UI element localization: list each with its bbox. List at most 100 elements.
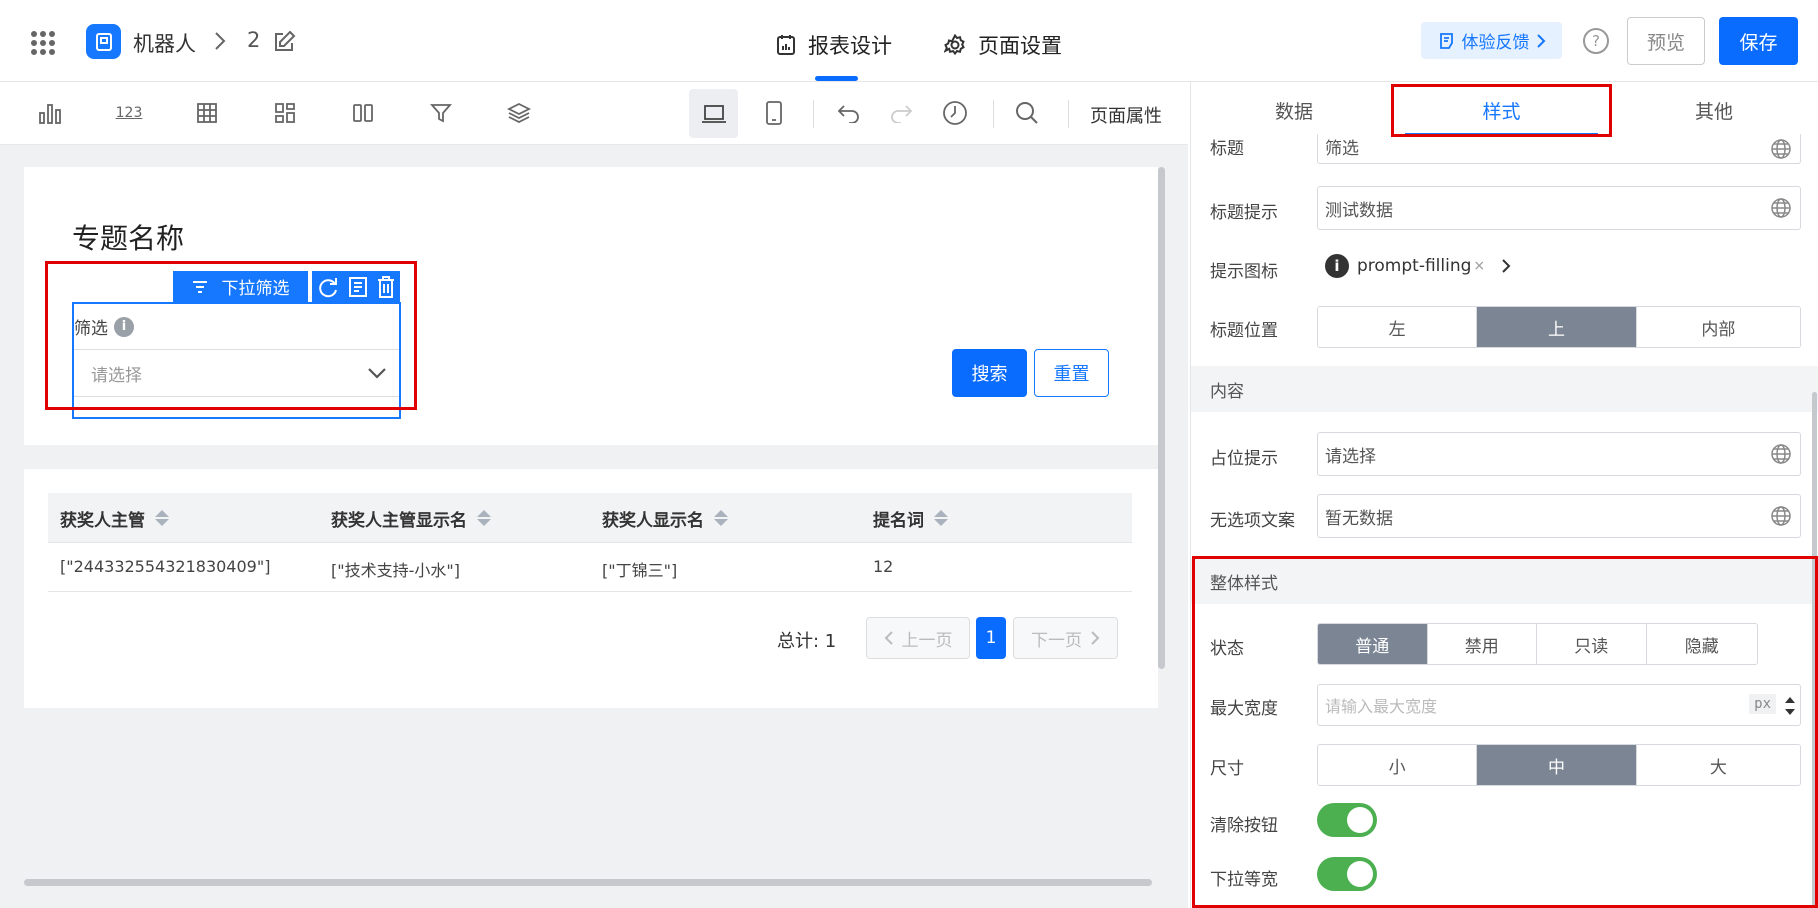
undo-icon[interactable] — [836, 100, 862, 126]
hint-icon-value: prompt-filling — [1357, 256, 1472, 276]
placeholder-value: 请选择 — [1325, 446, 1376, 467]
chevron-right-icon — [1091, 631, 1100, 645]
column-header[interactable]: 获奖人显示名 — [602, 493, 728, 543]
no-option-label: 无选项文案 — [1210, 511, 1295, 531]
no-option-value: 暂无数据 — [1325, 508, 1393, 529]
edit-icon[interactable] — [272, 30, 296, 58]
number-icon[interactable]: 123 — [116, 100, 143, 126]
design-canvas: 专题名称 筛选 i 请选择 下拉筛选 搜索 重置 获奖人主管 获奖人主管显示名 … — [0, 145, 1188, 908]
clear-icon[interactable]: × — [1473, 258, 1485, 274]
tab-active-indicator — [815, 76, 858, 81]
page-properties-button[interactable]: 页面属性 — [1090, 102, 1162, 128]
globe-icon[interactable] — [1770, 138, 1792, 160]
table-header: 获奖人主管 获奖人主管显示名 获奖人显示名 提名词 — [48, 493, 1132, 543]
tab-page-settings[interactable]: 页面设置 — [944, 30, 1062, 60]
title-position-top[interactable]: 上 — [1477, 307, 1637, 347]
highlight-box — [1391, 84, 1612, 137]
grid-icon[interactable] — [272, 100, 298, 126]
top-bar: 机器人 2 报表设计 页面设置 体验反馈 ? 预览 保存 — [0, 0, 1818, 82]
no-option-input[interactable]: 暂无数据 — [1317, 494, 1801, 538]
search-button[interactable]: 搜索 — [952, 349, 1027, 397]
table-cell: ["丁锦三"] — [602, 561, 678, 580]
filter-icon[interactable] — [428, 100, 454, 126]
column-header[interactable]: 提名词 — [873, 493, 948, 543]
history-icon[interactable] — [942, 100, 968, 126]
table-icon[interactable] — [194, 100, 220, 126]
chevron-right-icon — [213, 30, 227, 56]
apps-grid-icon[interactable] — [30, 30, 56, 56]
table-row: ["244332554321830409"] ["技术支持-小水"] ["丁锦三… — [48, 543, 1132, 592]
help-icon[interactable]: ? — [1583, 28, 1609, 54]
globe-icon[interactable] — [1770, 443, 1792, 465]
title-position-label: 标题位置 — [1210, 321, 1278, 341]
next-page-label: 下一页 — [1031, 630, 1082, 651]
hint-icon-picker[interactable]: i prompt-filling × — [1325, 254, 1511, 278]
page-1-button[interactable]: 1 — [976, 617, 1006, 659]
title-hint-value: 测试数据 — [1325, 200, 1393, 221]
horizontal-scrollbar[interactable] — [24, 879, 1152, 886]
table-cell: ["技术支持-小水"] — [331, 561, 460, 580]
desktop-view-button[interactable] — [689, 89, 738, 138]
save-button[interactable]: 保存 — [1719, 17, 1798, 65]
placeholder-input[interactable]: 请选择 — [1317, 432, 1801, 476]
tab-page-settings-label: 页面设置 — [978, 34, 1062, 58]
feedback-icon — [1439, 32, 1453, 49]
title-value: 筛选 — [1325, 139, 1359, 159]
report-card: 专题名称 筛选 i 请选择 下拉筛选 搜索 重置 获奖人主管 获奖人主管显示名 … — [24, 167, 1158, 708]
gear-icon — [944, 34, 965, 56]
sort-icon[interactable] — [155, 509, 169, 527]
column-header[interactable]: 获奖人主管 — [60, 493, 169, 543]
next-page-button[interactable]: 下一页 — [1013, 617, 1118, 659]
page-number: 2 — [247, 28, 261, 52]
section-divider — [24, 445, 1158, 469]
preview-button[interactable]: 预览 — [1627, 17, 1705, 65]
title-position-left[interactable]: 左 — [1318, 307, 1478, 347]
columns-icon[interactable] — [350, 100, 376, 126]
desktop-icon — [701, 104, 726, 123]
properties-panel: 数据 样式 其他 标题 筛选 标题提示 测试数据 提示图标 i prompt-f… — [1190, 82, 1818, 908]
column-header-label: 获奖人显示名 — [602, 510, 704, 531]
page-title: 专题名称 — [72, 222, 185, 255]
sort-icon[interactable] — [477, 509, 491, 527]
tab-other[interactable]: 其他 — [1609, 82, 1818, 138]
column-header-label: 获奖人主管 — [60, 510, 145, 531]
vertical-scrollbar[interactable] — [1158, 167, 1165, 669]
feedback-button[interactable]: 体验反馈 — [1421, 22, 1562, 59]
search-icon[interactable] — [1014, 100, 1040, 126]
sort-icon[interactable] — [714, 509, 728, 527]
title-position-segment: 左 上 内部 — [1317, 306, 1801, 348]
app-logo-icon — [86, 24, 121, 59]
tab-report-design[interactable]: 报表设计 — [776, 30, 892, 60]
tab-report-design-label: 报表设计 — [808, 34, 892, 58]
title-label: 标题 — [1210, 139, 1244, 159]
sort-icon[interactable] — [934, 509, 948, 527]
title-hint-input[interactable]: 测试数据 — [1317, 186, 1801, 230]
layers-icon[interactable] — [506, 100, 532, 126]
feedback-label: 体验反馈 — [1461, 33, 1530, 53]
reset-button[interactable]: 重置 — [1034, 349, 1109, 397]
app-name: 机器人 — [133, 32, 196, 56]
highlight-box — [45, 261, 417, 410]
prev-page-button[interactable]: 上一页 — [866, 617, 970, 659]
table-cell: 12 — [873, 557, 894, 576]
tab-data[interactable]: 数据 — [1191, 82, 1397, 138]
placeholder-label: 占位提示 — [1210, 449, 1278, 469]
title-hint-label: 标题提示 — [1210, 203, 1278, 223]
chevron-right-icon[interactable] — [1501, 258, 1511, 274]
divider — [1068, 100, 1069, 128]
data-table: 获奖人主管 获奖人主管显示名 获奖人显示名 提名词 ["244332554321… — [48, 493, 1132, 593]
column-header-label: 获奖人主管显示名 — [331, 510, 467, 531]
info-filled-icon: i — [1325, 254, 1349, 278]
bar-chart-icon[interactable] — [37, 100, 63, 126]
mobile-icon[interactable] — [761, 100, 787, 126]
title-input[interactable]: 筛选 — [1317, 134, 1801, 164]
chevron-left-icon — [884, 631, 893, 645]
column-header[interactable]: 获奖人主管显示名 — [331, 493, 491, 543]
globe-icon[interactable] — [1770, 197, 1792, 219]
redo-icon[interactable] — [888, 100, 914, 126]
globe-icon[interactable] — [1770, 505, 1792, 527]
editor-toolbar: 123 页面属性 — [0, 82, 1188, 145]
title-position-inside[interactable]: 内部 — [1636, 307, 1800, 347]
hint-icon-label: 提示图标 — [1210, 262, 1278, 282]
column-header-label: 提名词 — [873, 510, 924, 531]
